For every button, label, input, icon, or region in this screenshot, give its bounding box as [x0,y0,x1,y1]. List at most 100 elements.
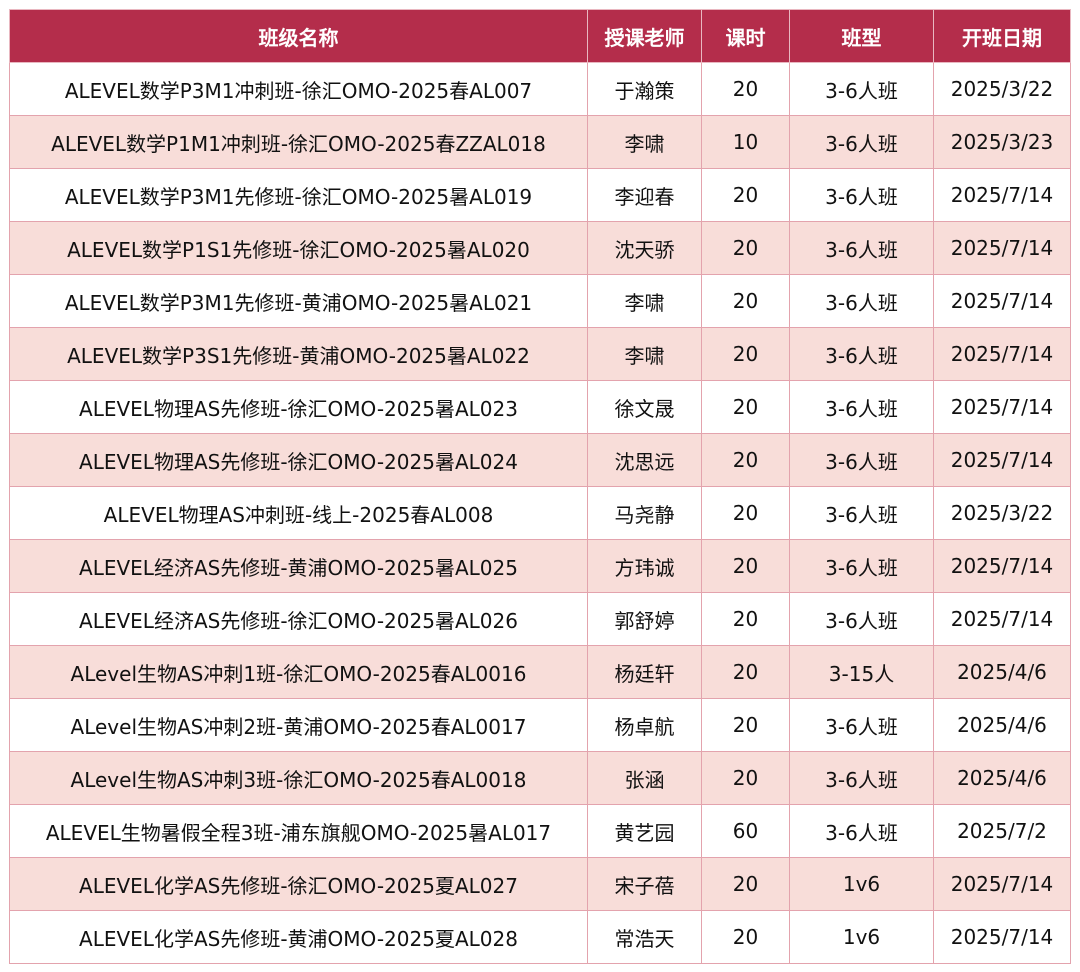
cell-teacher: 李迎春 [587,168,702,222]
cell-hours: 10 [701,115,790,169]
cell-teacher: 李啸 [587,274,702,328]
cell-start-date: 2025/4/6 [933,698,1071,752]
cell-class-type: 3-6人班 [789,168,934,222]
cell-class-type: 1v6 [789,857,934,911]
cell-class-type: 3-6人班 [789,751,934,805]
table-row: ALEVEL数学P3M1先修班-徐汇OMO-2025暑AL019 李迎春 20 3-6… [9,168,1071,222]
cell-teacher: 常浩天 [587,910,702,964]
cell-start-date: 2025/7/14 [933,592,1071,646]
cell-class-type: 3-6人班 [789,115,934,169]
cell-start-date: 2025/7/2 [933,804,1071,858]
cell-hours: 20 [701,592,790,646]
cell-teacher: 马尧静 [587,486,702,540]
table-row: ALEVEL生物暑假全程3班-浦东旗舰OMO-2025暑AL017 黄艺园 60 3-… [9,804,1071,858]
cell-teacher: 宋子蓓 [587,857,702,911]
cell-start-date: 2025/3/22 [933,486,1071,540]
cell-class-name: ALEVEL数学P1M1冲刺班-徐汇OMO-2025春ZZAL018 [9,115,588,169]
cell-class-name: ALevel生物AS冲刺2班-黄浦OMO-2025春AL0017 [9,698,588,752]
table-row: ALEVEL化学AS先修班-黄浦OMO-2025夏AL028 常浩天 20 1v6 20… [9,910,1071,964]
cell-class-name: ALevel生物AS冲刺1班-徐汇OMO-2025春AL0016 [9,645,588,699]
cell-class-name: ALEVEL数学P3M1先修班-徐汇OMO-2025暑AL019 [9,168,588,222]
cell-start-date: 2025/3/23 [933,115,1071,169]
cell-teacher: 于瀚策 [587,62,702,116]
table-row: ALEVEL数学P3S1先修班-黄浦OMO-2025暑AL022 李啸 20 3-6人… [9,327,1071,381]
cell-class-name: ALEVEL生物暑假全程3班-浦东旗舰OMO-2025暑AL017 [9,804,588,858]
cell-hours: 20 [701,380,790,434]
cell-start-date: 2025/4/6 [933,645,1071,699]
cell-class-name: ALEVEL数学P3M1先修班-黄浦OMO-2025暑AL021 [9,274,588,328]
cell-teacher: 沈天骄 [587,221,702,275]
header-class-type: 班型 [789,9,934,63]
cell-class-name: ALEVEL经济AS先修班-黄浦OMO-2025暑AL025 [9,539,588,593]
cell-class-name: ALEVEL物理AS先修班-徐汇OMO-2025暑AL024 [9,433,588,487]
cell-teacher: 黄艺园 [587,804,702,858]
header-start-date: 开班日期 [933,9,1071,63]
header-teacher: 授课老师 [587,9,702,63]
cell-class-type: 3-6人班 [789,486,934,540]
cell-class-type: 3-6人班 [789,327,934,381]
cell-hours: 20 [701,751,790,805]
table-row: ALEVEL化学AS先修班-徐汇OMO-2025夏AL027 宋子蓓 20 1v6 20… [9,857,1071,911]
cell-class-type: 3-6人班 [789,433,934,487]
cell-hours: 20 [701,539,790,593]
cell-start-date: 2025/7/14 [933,327,1071,381]
cell-hours: 20 [701,327,790,381]
cell-teacher: 杨廷轩 [587,645,702,699]
cell-start-date: 2025/7/14 [933,274,1071,328]
cell-class-name: ALEVEL数学P1S1先修班-徐汇OMO-2025暑AL020 [9,221,588,275]
cell-hours: 20 [701,168,790,222]
cell-class-type: 3-6人班 [789,221,934,275]
cell-start-date: 2025/7/14 [933,910,1071,964]
cell-start-date: 2025/7/14 [933,168,1071,222]
cell-teacher: 方玮诚 [587,539,702,593]
cell-hours: 20 [701,698,790,752]
cell-teacher: 沈思远 [587,433,702,487]
table-body: ALEVEL数学P3M1冲刺班-徐汇OMO-2025春AL007 于瀚策 20 3-6… [9,62,1071,964]
cell-class-type: 3-15人 [789,645,934,699]
class-schedule: 班级名称 授课老师 课时 班型 开班日期 ALEVEL数学P3M1冲刺班-徐汇O… [9,9,1071,964]
cell-class-name: ALEVEL经济AS先修班-徐汇OMO-2025暑AL026 [9,592,588,646]
class-table: 班级名称 授课老师 课时 班型 开班日期 ALEVEL数学P3M1冲刺班-徐汇O… [9,9,1071,964]
table-header-row: 班级名称 授课老师 课时 班型 开班日期 [9,9,1071,63]
cell-class-type: 3-6人班 [789,380,934,434]
cell-class-type: 3-6人班 [789,698,934,752]
cell-teacher: 李啸 [587,115,702,169]
header-class-name: 班级名称 [9,9,588,63]
cell-class-type: 3-6人班 [789,592,934,646]
cell-class-name: ALEVEL物理AS先修班-徐汇OMO-2025暑AL023 [9,380,588,434]
cell-class-type: 3-6人班 [789,539,934,593]
cell-hours: 20 [701,433,790,487]
cell-hours: 20 [701,910,790,964]
cell-teacher: 李啸 [587,327,702,381]
table-row: ALEVEL数学P1M1冲刺班-徐汇OMO-2025春ZZAL018 李啸 10 3-… [9,115,1071,169]
cell-class-name: ALevel生物AS冲刺3班-徐汇OMO-2025春AL0018 [9,751,588,805]
cell-hours: 20 [701,857,790,911]
cell-class-type: 3-6人班 [789,804,934,858]
cell-hours: 20 [701,486,790,540]
table-row: ALevel生物AS冲刺3班-徐汇OMO-2025春AL0018 张涵 20 3-6人… [9,751,1071,805]
cell-hours: 20 [701,645,790,699]
cell-teacher: 郭舒婷 [587,592,702,646]
table-row: ALEVEL物理AS先修班-徐汇OMO-2025暑AL024 沈思远 20 3-6人班… [9,433,1071,487]
table-row: ALEVEL数学P3M1先修班-黄浦OMO-2025暑AL021 李啸 20 3-6人… [9,274,1071,328]
cell-class-name: ALEVEL化学AS先修班-黄浦OMO-2025夏AL028 [9,910,588,964]
table-row: ALEVEL经济AS先修班-黄浦OMO-2025暑AL025 方玮诚 20 3-6人班… [9,539,1071,593]
header-hours: 课时 [701,9,790,63]
cell-teacher: 杨卓航 [587,698,702,752]
cell-class-name: ALEVEL化学AS先修班-徐汇OMO-2025夏AL027 [9,857,588,911]
cell-hours: 20 [701,62,790,116]
table-row: ALEVEL数学P1S1先修班-徐汇OMO-2025暑AL020 沈天骄 20 3-6… [9,221,1071,275]
cell-start-date: 2025/7/14 [933,539,1071,593]
cell-class-type: 1v6 [789,910,934,964]
cell-class-type: 3-6人班 [789,274,934,328]
table-row: ALevel生物AS冲刺1班-徐汇OMO-2025春AL0016 杨廷轩 20 3-1… [9,645,1071,699]
cell-class-name: ALEVEL数学P3M1冲刺班-徐汇OMO-2025春AL007 [9,62,588,116]
table-row: ALEVEL数学P3M1冲刺班-徐汇OMO-2025春AL007 于瀚策 20 3-6… [9,62,1071,116]
cell-teacher: 张涵 [587,751,702,805]
cell-start-date: 2025/7/14 [933,857,1071,911]
cell-hours: 20 [701,221,790,275]
cell-hours: 20 [701,274,790,328]
cell-start-date: 2025/3/22 [933,62,1071,116]
cell-start-date: 2025/4/6 [933,751,1071,805]
cell-start-date: 2025/7/14 [933,380,1071,434]
